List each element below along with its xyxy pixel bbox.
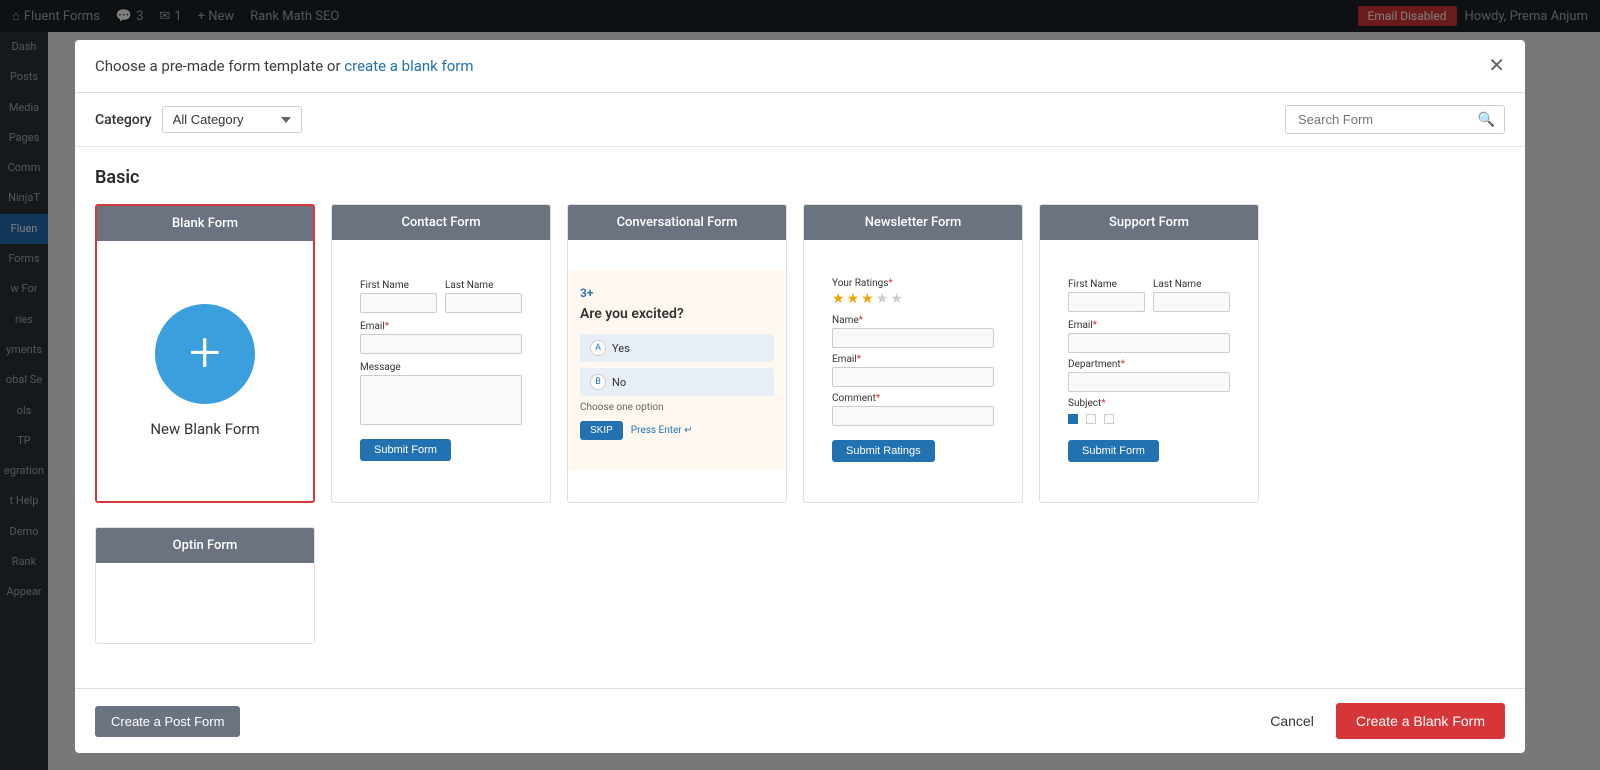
conv-option-no: B No [580, 368, 774, 396]
template-card-blank[interactable]: Blank Form + New Blank Form [95, 204, 315, 503]
star-1: ★ [832, 291, 845, 307]
optin-form-body [96, 563, 314, 643]
sf-checkbox-1 [1068, 414, 1078, 424]
contact-form-body: First Name Last Name Email* [332, 240, 550, 500]
nl-submit-btn[interactable]: Submit Ratings [832, 440, 935, 462]
footer-right: Cancel Create a Blank Form [1258, 703, 1505, 739]
nl-stars: ★ ★ ★ ★ ★ [832, 291, 994, 307]
cancel-button[interactable]: Cancel [1258, 705, 1326, 737]
newsletter-form-body: Your Ratings* ★ ★ ★ ★ ★ Name* [804, 240, 1022, 500]
footer-left: Create a Post Form [95, 706, 240, 737]
search-icon: 🔍 [1478, 112, 1495, 128]
star-4: ★ [876, 291, 889, 307]
sf-preview: First Name Last Name Email* [1056, 267, 1242, 474]
create-blank-link[interactable]: create a blank form [344, 57, 473, 75]
template-grid: Blank Form + New Blank Form Contact Form [95, 204, 1505, 503]
blank-form-label: New Blank Form [150, 420, 259, 438]
create-blank-form-button[interactable]: Create a Blank Form [1336, 703, 1505, 739]
template-card-newsletter[interactable]: Newsletter Form Your Ratings* ★ ★ ★ ★ ★ [803, 204, 1023, 503]
modal-body: Basic Blank Form + New Blank Form Cont [75, 147, 1525, 688]
sf-checkbox-3 [1104, 414, 1114, 424]
modal-header: Choose a pre-made form template or creat… [75, 40, 1525, 93]
modal-close-button[interactable]: ✕ [1488, 56, 1505, 76]
blank-form-icon: + [155, 304, 255, 404]
support-form-body: First Name Last Name Email* [1040, 240, 1258, 500]
blank-form-body: + New Blank Form [97, 241, 313, 501]
section-title: Basic [95, 167, 1505, 188]
modal-footer: Create a Post Form Cancel Create a Blank… [75, 688, 1525, 753]
newsletter-form-header: Newsletter Form [804, 205, 1022, 240]
category-select[interactable]: All Category Basic Advanced Payment [162, 106, 302, 133]
form-template-modal: Choose a pre-made form template or creat… [75, 40, 1525, 753]
category-label: Category [95, 112, 152, 128]
conv-actions: SKIP Press Enter ↵ [580, 421, 774, 440]
sf-submit-btn[interactable]: Submit Form [1068, 440, 1159, 462]
template-card-support[interactable]: Support Form First Name Last Name [1039, 204, 1259, 503]
conv-counter: 3+ [580, 286, 774, 300]
sf-checkbox-2 [1086, 414, 1096, 424]
modal-overlay: Choose a pre-made form template or creat… [0, 0, 1600, 770]
conv-enter: Press Enter ↵ [631, 425, 693, 436]
template-card-contact[interactable]: Contact Form First Name Last Name [331, 204, 551, 503]
create-post-form-button[interactable]: Create a Post Form [95, 706, 240, 737]
search-input[interactable] [1285, 105, 1505, 134]
template-card-optin[interactable]: Optin Form [95, 527, 315, 644]
nl-preview: Your Ratings* ★ ★ ★ ★ ★ Name* [820, 266, 1006, 474]
star-2: ★ [847, 291, 860, 307]
star-5: ★ [890, 291, 903, 307]
conversational-form-header: Conversational Form [568, 205, 786, 240]
support-form-header: Support Form [1040, 205, 1258, 240]
template-card-conversational[interactable]: Conversational Form 3+ Are you excited? … [567, 204, 787, 503]
modal-toolbar: Category All Category Basic Advanced Pay… [75, 93, 1525, 147]
blank-form-header: Blank Form [97, 206, 313, 241]
contact-form-preview: First Name Last Name Email* [348, 268, 534, 473]
conversational-form-body: 3+ Are you excited? A Yes B No Choose on… [568, 240, 786, 500]
conv-choose: Choose one option [580, 402, 774, 413]
conv-question: Are you excited? [580, 306, 774, 322]
search-wrapper: 🔍 [1285, 105, 1505, 134]
contact-submit-btn[interactable]: Submit Form [360, 439, 451, 461]
modal-title: Choose a pre-made form template or creat… [95, 57, 474, 75]
category-wrapper: Category All Category Basic Advanced Pay… [95, 106, 302, 133]
plus-icon: + [189, 324, 221, 380]
template-grid-row2: Optin Form [95, 527, 1505, 644]
contact-form-header: Contact Form [332, 205, 550, 240]
conv-option-yes: A Yes [580, 334, 774, 362]
star-3: ★ [861, 291, 874, 307]
conv-skip-btn[interactable]: SKIP [580, 421, 623, 440]
conv-preview: 3+ Are you excited? A Yes B No Choose on… [568, 270, 786, 470]
optin-form-header: Optin Form [96, 528, 314, 563]
